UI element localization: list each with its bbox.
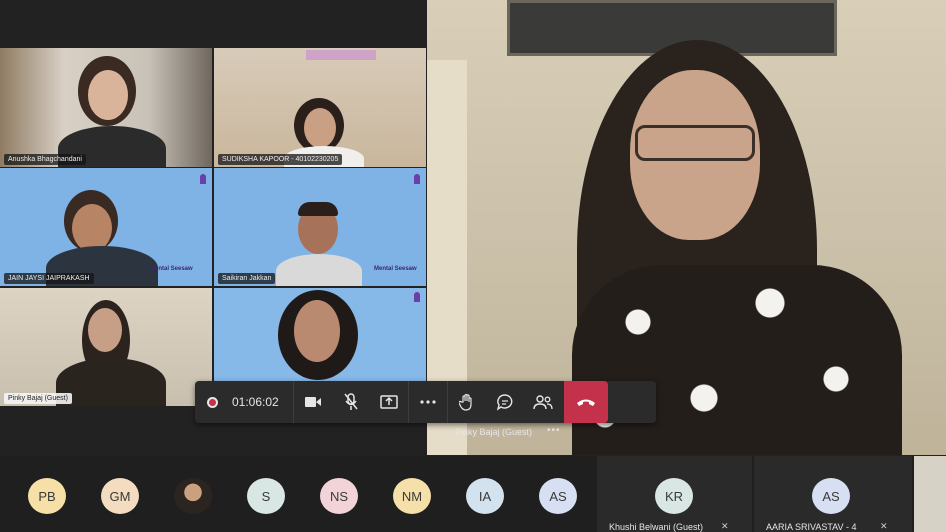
participant-name-tag: JAIN JAYSI JAIPRAKASH (4, 273, 94, 284)
participant-avatar[interactable]: NS (320, 478, 358, 514)
avatar-initials: IA (478, 488, 492, 504)
camera-button[interactable] (294, 381, 332, 423)
participant-card-name: AARIA SRIVASTAV - 4 (766, 522, 857, 532)
awareness-ribbon-icon (414, 174, 420, 184)
wall-poster (306, 50, 376, 60)
share-screen-button[interactable] (370, 381, 408, 423)
share-screen-icon (379, 395, 398, 409)
avatar-initials: KR (664, 488, 684, 504)
chat-button[interactable] (486, 381, 524, 423)
more-icon (420, 400, 436, 404)
awareness-ribbon-icon (414, 292, 420, 302)
avatar-initials: S (261, 488, 271, 504)
hang-up-icon (576, 399, 595, 406)
participant-body (56, 358, 166, 406)
speaker-body (572, 265, 902, 455)
brand-label: Mental Seesaw (374, 266, 417, 272)
participant-photo-avatar[interactable] (174, 478, 212, 514)
brand-label: Mental Seesaw (150, 266, 193, 272)
mic-off-icon (344, 393, 358, 410)
avatar-initials: NS (329, 488, 349, 504)
mic-off-icon: ✕ (880, 521, 888, 531)
participant-avatar[interactable]: IA (466, 478, 504, 514)
awareness-ribbon-icon (200, 174, 206, 184)
participant-face (294, 300, 340, 362)
participant-avatar[interactable]: S (247, 478, 285, 514)
featured-more-options-button[interactable]: ••• (547, 425, 561, 436)
participant-hair (298, 202, 338, 216)
avatar-initials: AS (822, 488, 840, 504)
participant-name-tag: SUDIKSHA KAPOOR - 40102230205 (218, 154, 343, 165)
avatar-initials: PB (38, 488, 56, 504)
participants-icon (533, 395, 553, 410)
teams-meeting-stage: Pinky Bajaj (Guest) ••• Anushka Bhagchan… (0, 0, 946, 532)
more-actions-button[interactable] (409, 381, 447, 423)
video-tile-5[interactable]: Pinky Bajaj (Guest) (0, 288, 212, 406)
participant-avatar[interactable]: GM (101, 478, 139, 514)
video-tile-3[interactable]: Mental Seesaw JAIN JAYSI JAIPRAKASH (0, 168, 212, 286)
speaker-glasses (635, 125, 755, 161)
meeting-control-bar: 01:06:02 (195, 381, 656, 423)
roster-overflow-tile[interactable] (914, 456, 946, 532)
raise-hand-button[interactable] (448, 381, 486, 423)
camera-icon (304, 397, 321, 407)
participant-name-tag: Anushka Bhagchandani (4, 154, 86, 165)
participant-body (276, 254, 362, 286)
video-tile-4[interactable]: Mental Seesaw Saikiran Jakkan (214, 168, 426, 286)
participant-name-tag: Saikiran Jakkan (218, 273, 276, 284)
video-tile-2[interactable]: SUDIKSHA KAPOOR - 40102230205 (214, 48, 426, 167)
participant-face (304, 108, 336, 148)
participant-face (88, 70, 128, 120)
call-timer: 01:06:02 (232, 395, 279, 409)
mic-button[interactable] (332, 381, 370, 423)
avatar-initials: NM (401, 488, 423, 504)
raise-hand-icon (458, 393, 472, 411)
hang-up-button[interactable] (563, 381, 608, 423)
featured-participant-name: Pinky Bajaj (Guest) (455, 427, 533, 437)
participant-face (88, 308, 122, 352)
participant-face (72, 204, 112, 252)
participant-card-name: Khushi Belwani (Guest) (609, 522, 704, 532)
avatar-initials: AS (549, 488, 567, 504)
participant-avatar[interactable]: NM (393, 478, 431, 514)
participants-button[interactable] (524, 381, 562, 423)
participant-avatar[interactable]: KR (655, 478, 693, 514)
avatar-initials: GM (109, 488, 131, 504)
chat-icon (496, 394, 513, 411)
video-tile-1[interactable]: Anushka Bhagchandani (0, 48, 212, 167)
recording-indicator-icon (207, 396, 218, 408)
participant-avatar[interactable]: AS (539, 478, 577, 514)
participant-avatar[interactable]: AS (812, 478, 850, 514)
mic-off-icon: ✕ (721, 521, 729, 531)
participant-avatar[interactable]: PB (28, 478, 66, 514)
participant-name-tag: Pinky Bajaj (Guest) (4, 393, 72, 404)
